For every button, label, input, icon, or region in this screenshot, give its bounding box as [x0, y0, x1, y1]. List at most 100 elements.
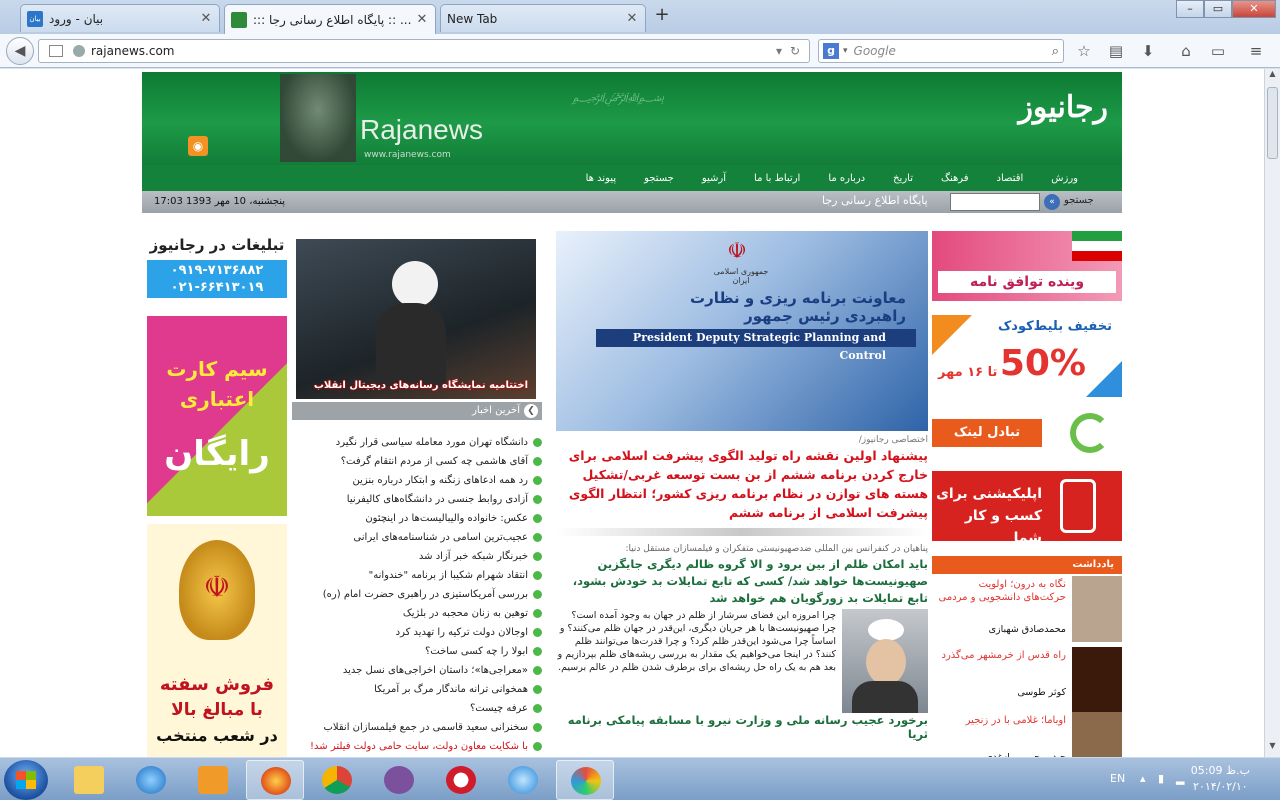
close-icon[interactable]: ✕ [625, 11, 639, 26]
maximize-button[interactable]: ▭ [1204, 0, 1232, 18]
close-icon[interactable]: ✕ [199, 11, 213, 26]
home-icon[interactable]: ⌂ [1176, 42, 1196, 60]
google-icon[interactable]: g [823, 43, 839, 59]
taskbar-chrome[interactable] [308, 760, 366, 800]
start-button[interactable] [4, 760, 48, 800]
tab-rajanews[interactable]: ::: پایگاه اطلاع رسانی رجا :: ... ✕ [224, 4, 436, 34]
chevron-down-icon[interactable]: ▾ [843, 46, 848, 56]
latest-news-item[interactable]: انتقاد شهرام شکیبا از برنامه "خندوانه" [292, 566, 544, 585]
tab-bayan[interactable]: بیان بیان - ورود ✕ [20, 4, 220, 32]
language-indicator[interactable]: EN [1110, 772, 1125, 785]
tray-arrow-icon[interactable]: ▴ [1140, 772, 1154, 786]
bank-ad[interactable]: ☫ فروش سفته با مبالغ بالا در شعب منتخب [147, 524, 287, 757]
close-window-button[interactable]: ✕ [1232, 0, 1276, 18]
advertise-box[interactable]: تبلیغات در رجانیوز ۰۹۱۹-۷۱۳۶۸۸۲ ۰۲۱-۶۶۴۱… [147, 234, 287, 306]
latest-news-item[interactable]: «معراجی‌ها»؛ داستان اخراجی‌های نسل جدید [292, 661, 544, 680]
tab-groups-icon[interactable] [49, 45, 63, 57]
new-tab-button[interactable]: + [652, 6, 672, 26]
bookmarks-list-icon[interactable]: ▤ [1106, 42, 1126, 60]
latest-news-item[interactable]: با شکایت معاون دولت، سایت حامی دولت فیلت… [292, 737, 544, 756]
url-bar[interactable]: rajanews.com ▾ ↻ [38, 39, 810, 63]
clock[interactable]: 05:09 ب.ظ ۲۰۱۴/۰۲/۱۰ [1191, 763, 1250, 795]
latest-news-item[interactable]: ابولا را چه کسی ساخت؟ [292, 642, 544, 661]
menu-item-search[interactable]: جستجو [630, 173, 688, 184]
main-headline[interactable]: پیشنهاد اولین نقشه راه تولید الگوی پیشرف… [556, 446, 928, 522]
tray-security-icon[interactable]: ▮ [1158, 772, 1172, 786]
back-button[interactable]: ◀ [6, 37, 34, 65]
taskbar-opera[interactable] [432, 760, 490, 800]
taskbar-media[interactable] [184, 760, 242, 800]
latest-news-item[interactable]: خبرنگار شبکه خبر آزاد شد [292, 547, 544, 566]
search-bar[interactable]: g ▾ Google ⌕ [818, 39, 1064, 63]
scroll-up-icon[interactable]: ▲ [1265, 69, 1280, 85]
latest-news-item[interactable]: توهین به زنان محجبه در بلژیک [292, 604, 544, 623]
reload-icon[interactable]: ↻ [787, 44, 803, 58]
note-title[interactable]: اوباما؛ غلامی با در زنجیر [936, 714, 1066, 727]
planning-banner[interactable]: ☫ جمهوری اسلامی ایران معاونت برنامه ریزی… [556, 231, 928, 431]
bookmark-star-icon[interactable]: ☆ [1074, 42, 1094, 60]
simcard-line2: اعتباری [179, 387, 255, 411]
link-exchange-ad[interactable]: تبادل لینک [932, 409, 1122, 457]
latest-news-item[interactable]: رد همه ادعاهای زنگنه و ابتکار درباره بنز… [292, 471, 544, 490]
latest-news-item[interactable]: بررسی آمریکاستیزی در راهبری حضرت امام (ر… [292, 585, 544, 604]
tab-new-tab[interactable]: New Tab ✕ [440, 4, 646, 32]
search-go-icon[interactable]: « [1044, 194, 1060, 210]
note-item[interactable]: راه قدس از خرمشهر می‌گذرد کوثر طوسی [932, 647, 1122, 713]
article-headline[interactable]: برخورد عجیب رسانه ملی و وزارت نیرو با مس… [556, 713, 928, 741]
window-icon[interactable]: ▭ [1208, 42, 1228, 60]
taskbar-paint[interactable] [556, 760, 614, 800]
page-scrollbar[interactable]: ▲ ▼ [1264, 69, 1280, 757]
menu-item-sports[interactable]: ورزش [1037, 173, 1092, 184]
app-ad[interactable]: اپلیکیشنی برای کسب و کار شما [932, 471, 1122, 546]
url-text[interactable]: rajanews.com [91, 44, 771, 58]
latest-news-item[interactable]: عرفه چیست؟ [292, 699, 544, 718]
latest-news-item[interactable]: عجیب‌ترین اسامی در شناسنامه‌های ایرانی [292, 528, 544, 547]
search-input[interactable]: Google [854, 44, 1052, 58]
latest-news-item[interactable]: عکس: خانواده والیبالیست‌ها در اینچئون [292, 509, 544, 528]
menu-item-economy[interactable]: اقتصاد [983, 173, 1038, 184]
dropdown-arrow-icon[interactable]: ▾ [771, 44, 787, 58]
site-logo[interactable]: رجانیوز [1018, 90, 1108, 125]
divider [556, 528, 928, 536]
minimize-button[interactable]: – [1176, 0, 1204, 18]
taskbar-network[interactable] [494, 760, 552, 800]
taskbar-explorer[interactable] [60, 760, 118, 800]
note-item[interactable]: نگاه به درون؛ اولویت حرکت‌های دانشجویی و… [932, 576, 1122, 642]
latest-news-item[interactable]: آزادی روابط جنسی در دانشگاه‌های کالیفرنی… [292, 490, 544, 509]
taskbar-ie[interactable] [122, 760, 180, 800]
article-photo[interactable] [842, 609, 928, 713]
latest-news-item[interactable]: دانشگاه تهران مورد معامله سیاسی قرار نگی… [292, 433, 544, 452]
taskbar-firefox[interactable] [246, 760, 304, 800]
latest-news-item[interactable]: آقای هاشمی چه کسی از مردم انتقام گرفت؟ [292, 452, 544, 471]
scroll-thumb[interactable] [1267, 87, 1278, 159]
note-item[interactable]: اوباما؛ غلامی با در زنجیرحیدر رحیم‌پور ا… [932, 712, 1122, 757]
note-title[interactable]: نگاه به درون؛ اولویت حرکت‌های دانشجویی و… [936, 578, 1067, 604]
rss-icon[interactable]: ◉ [188, 136, 208, 156]
site-search-input[interactable] [950, 193, 1040, 211]
menu-item-links[interactable]: پیوند ها [572, 173, 631, 184]
network-status-icon[interactable]: ▂ [1176, 772, 1190, 786]
header-url: www.rajanews.com [364, 150, 451, 160]
feature-photo[interactable]: اختتامیه نمایشگاه رسانه‌های دیجیتال انقل… [296, 239, 536, 399]
latest-news-item[interactable]: سخنرانی سعید قاسمی در جمع فیلمسازان انقل… [292, 718, 544, 737]
search-icon[interactable]: ⌕ [1052, 44, 1059, 59]
menu-item-about[interactable]: درباره ما [814, 173, 879, 184]
simcard-ad[interactable]: سیم کارت اعتباری رایگان [147, 316, 287, 516]
menu-item-history[interactable]: تاریخ [879, 173, 927, 184]
feature-photo-caption[interactable]: اختتامیه نمایشگاه رسانه‌های دیجیتال انقل… [314, 380, 528, 391]
note-title[interactable]: راه قدس از خرمشهر می‌گذرد [936, 649, 1067, 662]
latest-news-item[interactable]: اوجالان دولت ترکیه را تهدید کرد [292, 623, 544, 642]
menu-item-culture[interactable]: فرهنگ [927, 173, 983, 184]
arrow-left-icon[interactable]: ❮ [524, 404, 538, 418]
menu-item-archive[interactable]: آرشیو [688, 173, 740, 184]
article-headline[interactable]: باید امکان ظلم از بین برود و الا گروه ظا… [556, 556, 928, 607]
ticket-discount-ad[interactable]: تخفیف بلیط‌کودک 50% تا ۱۶ مهر [932, 315, 1122, 397]
menu-item-contact[interactable]: ارتباط با ما [740, 173, 814, 184]
agreement-ad[interactable]: وینده توافق نامه [932, 231, 1122, 301]
scroll-down-icon[interactable]: ▼ [1265, 741, 1280, 757]
download-icon[interactable]: ⬇ [1138, 42, 1158, 60]
latest-news-item[interactable]: همخوانی ترانه ماندگار مرگ بر آمریکا [292, 680, 544, 699]
taskbar-viber[interactable] [370, 760, 428, 800]
close-icon[interactable]: ✕ [415, 12, 429, 27]
menu-icon[interactable]: ≡ [1246, 42, 1266, 60]
